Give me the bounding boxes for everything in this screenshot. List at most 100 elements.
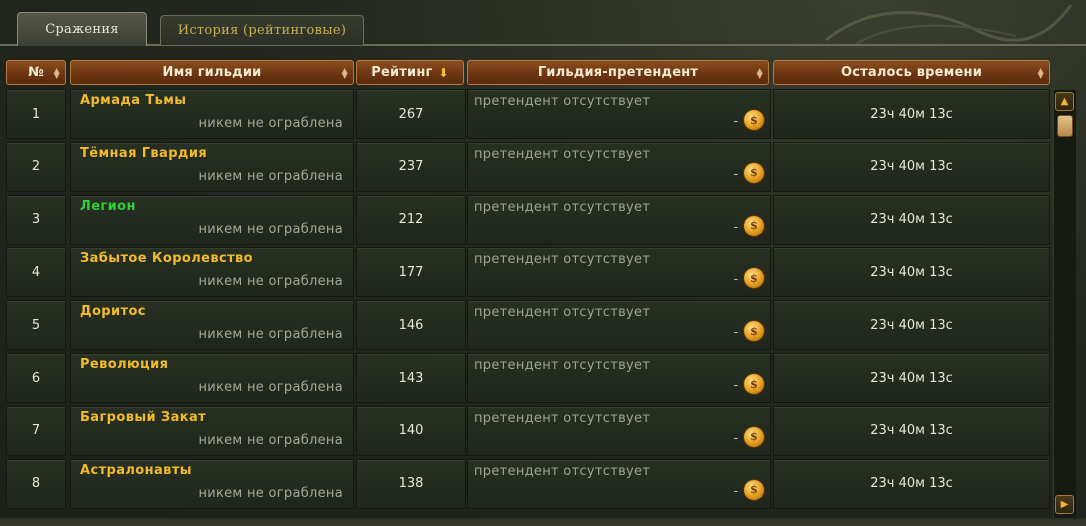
row-number-cell: 8 xyxy=(6,458,66,509)
guild-name-link[interactable]: Доритос xyxy=(80,304,146,319)
column-header-time[interactable]: Осталось времени ▲ ▼ xyxy=(773,60,1050,85)
guild-cell[interactable]: Багровый Закат никем не ограблена xyxy=(70,405,354,456)
table-row[interactable]: 2 Тёмная Гвардия никем не ограблена 237 … xyxy=(6,141,1050,192)
rating-cell: 267 xyxy=(356,89,466,139)
rating-cell: 212 xyxy=(356,194,466,245)
pretender-cost: - xyxy=(733,166,738,181)
time-left-cell: 23ч 40м 13с xyxy=(773,353,1050,403)
pretender-text: претендент отсутствует xyxy=(474,358,651,373)
table-row[interactable]: 7 Багровый Закат никем не ограблена 140 … xyxy=(6,405,1050,456)
ornament-decoration xyxy=(825,4,1073,44)
guild-name-link[interactable]: Революция xyxy=(80,357,168,372)
time-left-value: 23ч 40м 13с xyxy=(870,476,953,492)
pretender-cost: - xyxy=(733,430,738,445)
time-left-cell: 23ч 40м 13с xyxy=(773,89,1050,139)
table-row[interactable]: 3 Легион никем не ограблена 212 претенде… xyxy=(6,194,1050,245)
scrollbar-track[interactable] xyxy=(1053,90,1076,518)
pretender-cell: претендент отсутствует - $ xyxy=(467,247,771,298)
guild-cell[interactable]: Легион никем не ограблена xyxy=(70,194,354,245)
time-left-value: 23ч 40м 13с xyxy=(870,106,953,122)
rating-value: 177 xyxy=(398,264,424,280)
time-left-value: 23ч 40м 13с xyxy=(870,370,953,386)
column-header-pretender[interactable]: Гильдия-претендент ▲ ▼ xyxy=(467,60,769,85)
row-number: 2 xyxy=(31,159,41,175)
pretender-cell: претендент отсутствует - $ xyxy=(467,141,771,192)
column-header-num[interactable]: № ▲ ▼ xyxy=(6,60,66,85)
pretender-cost: - xyxy=(733,378,738,392)
sort-desc-icon: ⬇ xyxy=(438,65,449,80)
row-number: 6 xyxy=(31,370,41,386)
rating-value: 138 xyxy=(398,476,424,492)
robbery-status: никем не ограблена xyxy=(198,168,343,184)
guild-name-link[interactable]: Легион xyxy=(80,199,136,214)
robbery-status: никем не ограблена xyxy=(198,221,343,237)
gold-coin-icon[interactable]: $ xyxy=(744,321,764,342)
table-row[interactable]: 8 Астралонавты никем не ограблена 138 пр… xyxy=(6,458,1050,509)
gold-coin-icon[interactable]: $ xyxy=(744,426,764,447)
table-row[interactable]: 4 Забытое Королевство никем не ограблена… xyxy=(6,247,1050,298)
scroll-down-icon[interactable]: ▶ xyxy=(1055,495,1074,514)
row-number: 8 xyxy=(31,476,41,492)
gold-coin-icon[interactable]: $ xyxy=(744,215,764,236)
rating-value: 146 xyxy=(398,317,424,333)
time-left-value: 23ч 40м 13с xyxy=(870,317,953,333)
pretender-cell: претендент отсутствует - $ xyxy=(467,405,771,456)
pretender-cell: претендент отсутствует - $ xyxy=(467,194,771,245)
rating-cell: 237 xyxy=(356,141,466,192)
row-number-cell: 1 xyxy=(6,89,66,139)
row-number-cell: 2 xyxy=(6,141,66,192)
guild-name-link[interactable]: Забытое Королевство xyxy=(80,251,253,266)
pretender-cost: - xyxy=(733,219,738,234)
pretender-cell: претендент отсутствует - $ xyxy=(467,300,771,351)
time-left-value: 23ч 40м 13с xyxy=(870,423,953,439)
header-time-label: Осталось времени xyxy=(840,65,983,80)
guild-cell[interactable]: Армада Тьмы никем не ограблена xyxy=(70,89,354,139)
tab-battles[interactable]: Сражения xyxy=(17,12,147,46)
pretender-text: претендент отсутствует xyxy=(474,252,651,268)
rating-cell: 138 xyxy=(356,458,466,509)
guild-cell[interactable]: Забытое Королевство никем не ограблена xyxy=(70,247,354,298)
header-num-label: № xyxy=(28,65,44,80)
sort-arrows-icon: ▲ ▼ xyxy=(1037,66,1044,80)
guild-name-link[interactable]: Астралонавты xyxy=(80,463,192,478)
guild-cell[interactable]: Астралонавты никем не ограблена xyxy=(70,458,354,509)
rating-value: 212 xyxy=(398,212,424,228)
table-row[interactable]: 1 Армада Тьмы никем не ограблена 267 пре… xyxy=(6,89,1050,139)
gold-coin-icon[interactable]: $ xyxy=(744,162,764,183)
rating-cell: 146 xyxy=(356,300,466,351)
rating-value: 267 xyxy=(398,106,424,122)
guild-cell[interactable]: Тёмная Гвардия никем не ограблена xyxy=(70,141,354,192)
table-row[interactable]: 6 Революция никем не ограблена 143 прете… xyxy=(6,353,1050,403)
gold-coin-icon[interactable]: $ xyxy=(744,110,764,130)
sort-arrows-icon: ▲ ▼ xyxy=(341,66,348,80)
guild-name-link[interactable]: Багровый Закат xyxy=(80,410,206,425)
sort-arrows-icon: ▲ ▼ xyxy=(756,66,763,80)
row-number-cell: 3 xyxy=(6,194,66,245)
gold-coin-icon[interactable]: $ xyxy=(744,268,764,289)
scroll-up-icon[interactable]: ▲ xyxy=(1055,92,1074,111)
rating-cell: 143 xyxy=(356,353,466,403)
header-rating-label: Рейтинг xyxy=(371,65,433,80)
robbery-status: никем не ограблена xyxy=(198,274,343,290)
pretender-cost: - xyxy=(733,114,738,128)
time-left-value: 23ч 40м 13с xyxy=(870,212,953,228)
tab-history-rated[interactable]: История (рейтинговые) xyxy=(160,15,364,45)
time-left-value: 23ч 40м 13с xyxy=(870,264,953,280)
time-left-cell: 23ч 40м 13с xyxy=(773,300,1050,351)
guild-name-link[interactable]: Тёмная Гвардия xyxy=(80,146,207,161)
scrollbar-thumb[interactable] xyxy=(1057,115,1073,137)
table-row[interactable]: 5 Доритос никем не ограблена 146 претенд… xyxy=(6,300,1050,351)
time-left-value: 23ч 40м 13с xyxy=(870,159,953,175)
pretender-cell: претендент отсутствует - $ xyxy=(467,89,771,139)
column-header-guild[interactable]: Имя гильдии ▲ ▼ xyxy=(70,60,354,85)
column-header-rating[interactable]: Рейтинг ⬇ xyxy=(356,60,464,85)
guild-name-link[interactable]: Армада Тьмы xyxy=(80,93,186,108)
gold-coin-icon[interactable]: $ xyxy=(744,479,764,500)
time-left-cell: 23ч 40м 13с xyxy=(773,458,1050,509)
pretender-cost: - xyxy=(733,272,738,287)
guild-cell[interactable]: Революция никем не ограблена xyxy=(70,353,354,403)
rating-value: 140 xyxy=(398,423,424,439)
guild-cell[interactable]: Доритос никем не ограблена xyxy=(70,300,354,351)
gold-coin-icon[interactable]: $ xyxy=(744,374,764,394)
panel-bottom-edge xyxy=(0,518,1086,526)
